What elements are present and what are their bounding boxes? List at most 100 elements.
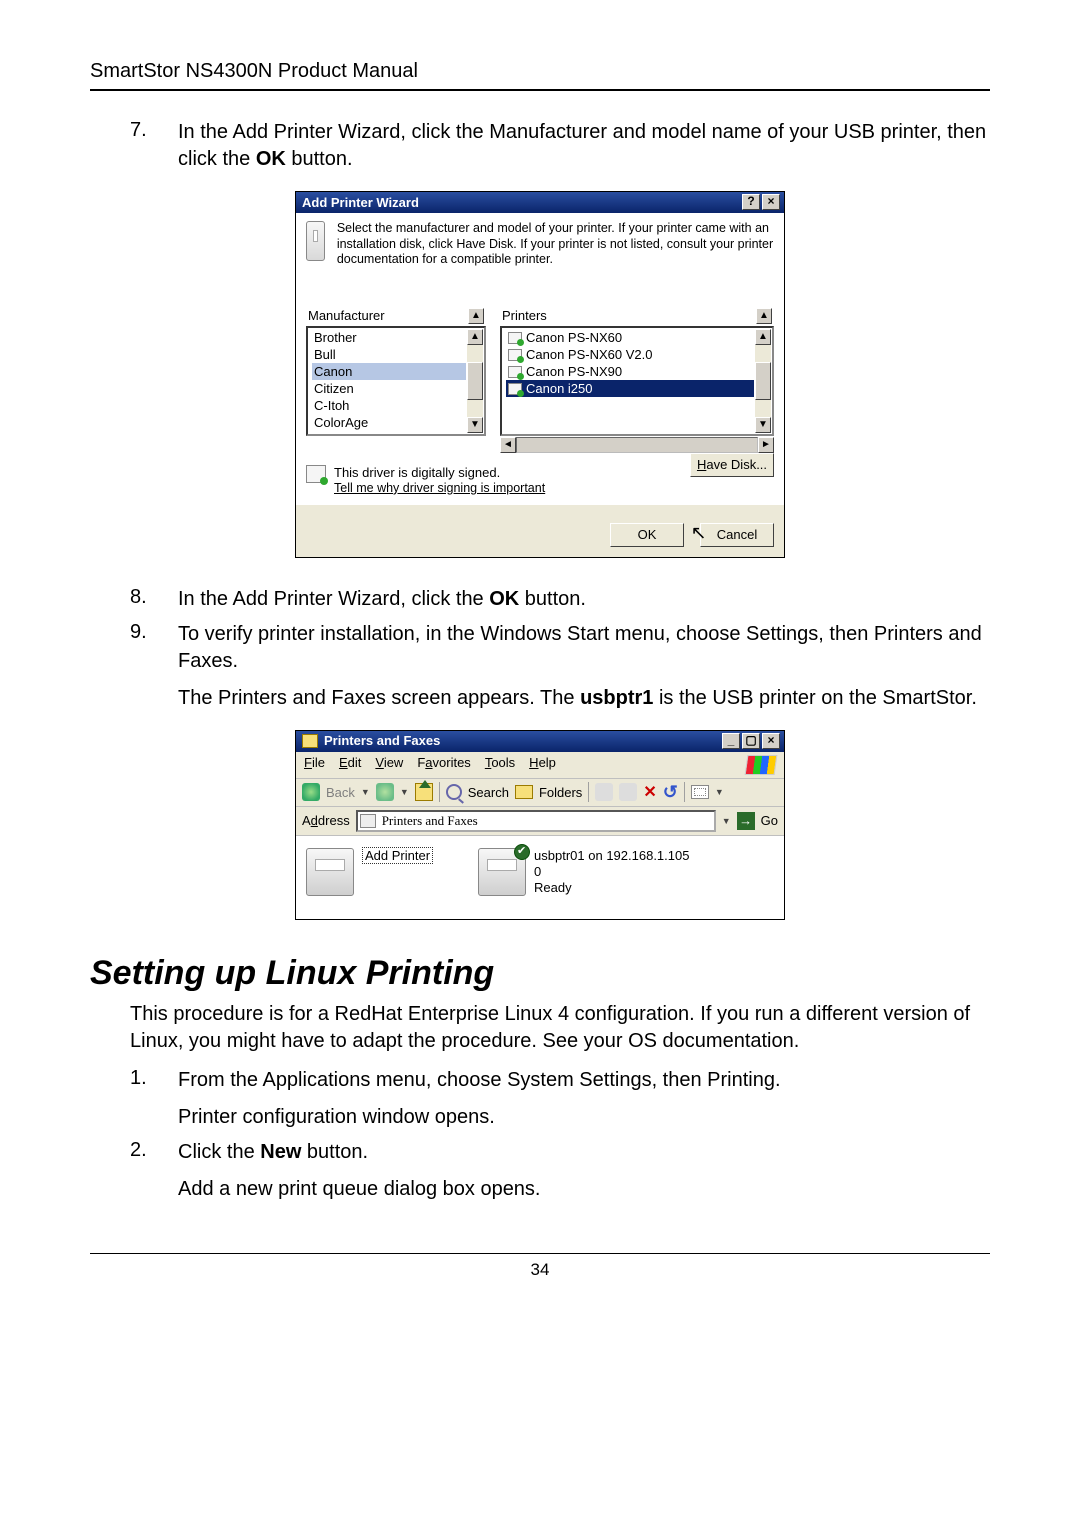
horizontal-scrollbar[interactable]: ◄ ► [500,437,774,453]
dropdown-icon[interactable]: ▼ [715,787,724,797]
window-titlebar: Printers and Faxes _ ▢ × [296,731,784,752]
driver-icon [508,383,522,395]
scroll-thumb[interactable] [755,362,771,400]
windows-flag-icon [745,755,778,775]
go-label[interactable]: Go [761,813,778,828]
back-label: Back [326,785,355,800]
signed-driver-icon [306,465,326,483]
driver-icon [508,366,522,378]
running-header: SmartStor NS4300N Product Manual [90,60,990,91]
menu-help[interactable]: Help [529,755,556,775]
back-icon[interactable] [302,783,320,801]
printer-icon [306,221,325,261]
folders-icon[interactable] [515,785,533,799]
toolbar-icon[interactable] [595,783,613,801]
scroll-down-icon[interactable]: ▼ [755,417,771,433]
go-icon[interactable]: → [737,812,755,830]
section-intro: This procedure is for a RedHat Enterpris… [90,1001,990,1055]
forward-icon[interactable] [376,783,394,801]
usb-printer-item[interactable]: usbptr01 on 192.168.1.105 0 Ready [478,848,689,897]
dropdown-icon[interactable]: ▼ [722,816,731,826]
step8-text: In the Add Printer Wizard, click the OK … [178,586,586,613]
up-folder-icon[interactable] [415,783,433,801]
printer-wizard-icon [306,848,354,896]
driver-icon [508,349,522,361]
list-item[interactable]: Canon PS-NX60 [506,329,754,346]
scroll-left-icon[interactable]: ◄ [500,437,516,453]
scroll-up-icon[interactable]: ▲ [468,308,484,324]
list-item[interactable]: C-Itoh [312,397,466,414]
window-title: Add Printer Wizard [302,195,419,210]
step-number: 2. [130,1139,178,1203]
help-button[interactable]: ? [742,194,760,210]
address-input[interactable] [356,810,716,832]
maximize-button[interactable]: ▢ [742,733,760,749]
close-button[interactable]: × [762,733,780,749]
toolbar-icon[interactable] [619,783,637,801]
list-item[interactable]: Canon PS-NX60 V2.0 [506,346,754,363]
driver-signing-link[interactable]: Tell me why driver signing is important [334,481,545,495]
printers-folder-icon [302,734,318,748]
add-printer-label[interactable]: Add Printer [362,847,433,864]
search-icon[interactable] [446,784,462,800]
dropdown-icon[interactable]: ▼ [400,787,409,797]
menubar: File Edit View Favorites Tools Help [296,752,784,779]
views-icon[interactable] [691,785,709,799]
menu-file[interactable]: File [304,755,325,775]
printers-listbox[interactable]: Canon PS-NX60 Canon PS-NX60 V2.0 Canon P… [500,326,774,436]
vertical-scrollbar[interactable]: ▲ ▼ [467,329,483,433]
list-item[interactable]: Citizen [312,380,466,397]
linux-step2: Click the New button. Add a new print qu… [178,1139,541,1203]
manufacturer-header: Manufacturer [308,308,385,323]
delete-icon[interactable]: ✕ [643,782,656,802]
printer-status: Ready [534,880,689,896]
menu-favorites[interactable]: Favorites [417,755,470,775]
scroll-down-icon[interactable]: ▼ [467,417,483,433]
dropdown-icon[interactable]: ▼ [361,787,370,797]
list-item[interactable]: Canon PS-NX90 [506,363,754,380]
linux-step1: From the Applications menu, choose Syste… [178,1067,781,1131]
step7-text: In the Add Printer Wizard, click the Man… [178,119,990,173]
step-number: 8. [130,586,178,613]
menu-view[interactable]: View [375,755,403,775]
list-item-selected[interactable]: Canon [312,363,466,380]
menu-tools[interactable]: Tools [485,755,515,775]
wizard-help-text: Select the manufacturer and model of you… [337,221,774,268]
close-button[interactable]: × [762,194,780,210]
minimize-button[interactable]: _ [722,733,740,749]
step9-text: To verify printer installation, in the W… [178,621,990,712]
have-disk-button[interactable]: Have Disk... [690,453,774,477]
step-number: 1. [130,1067,178,1131]
menu-edit[interactable]: Edit [339,755,361,775]
vertical-scrollbar[interactable]: ▲ ▼ [755,329,771,433]
manufacturer-listbox[interactable]: Brother Bull Canon Citizen C-Itoh ColorA… [306,326,486,436]
add-printer-item[interactable]: Add Printer [306,848,433,897]
undo-icon[interactable]: ↺ [663,782,678,803]
scroll-up-icon[interactable]: ▲ [756,308,772,324]
printers-header: Printers [502,308,547,323]
cancel-button[interactable]: Cancel [700,523,774,547]
scroll-right-icon[interactable]: ► [758,437,774,453]
list-item[interactable]: ColorAge [312,414,466,431]
list-item-selected[interactable]: Canon i250 [506,380,754,397]
address-icon [360,814,376,828]
address-label: Address [302,813,350,828]
list-item[interactable]: Bull [312,346,466,363]
add-printer-wizard-window: Add Printer Wizard ? × Select the manufa… [295,191,785,558]
scroll-thumb[interactable] [467,362,483,400]
step-number: 7. [130,119,178,173]
printer-name: usbptr01 on 192.168.1.105 [534,848,689,864]
search-label[interactable]: Search [468,785,509,800]
scroll-up-icon[interactable]: ▲ [755,329,771,345]
window-titlebar: Add Printer Wizard ? × [296,192,784,213]
folders-label[interactable]: Folders [539,785,582,800]
ok-button[interactable]: OK [610,523,684,547]
toolbar: Back ▼ ▼ Search Folders ✕ ↺ ▼ [296,779,784,807]
default-check-icon [514,844,530,860]
printer-docs: 0 [534,864,689,880]
window-title: Printers and Faxes [324,733,440,748]
printers-and-faxes-window: Printers and Faxes _ ▢ × File Edit View … [295,730,785,920]
section-heading: Setting up Linux Printing [90,954,990,993]
list-item[interactable]: Brother [312,329,466,346]
scroll-up-icon[interactable]: ▲ [467,329,483,345]
